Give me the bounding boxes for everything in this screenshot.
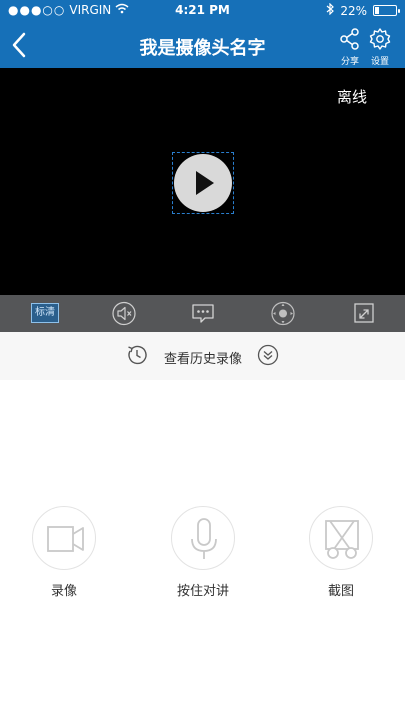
share-button[interactable]: 分享: [334, 28, 366, 67]
screenshot-button[interactable]: [309, 506, 373, 570]
fullscreen-icon: [354, 303, 374, 323]
battery-percent: 22%: [340, 3, 367, 18]
message-button[interactable]: [190, 301, 216, 326]
history-clock-icon: [128, 345, 147, 365]
speaker-muted-icon: [112, 301, 136, 326]
settings-label: 设置: [370, 57, 389, 67]
bluetooth-icon: [326, 2, 335, 18]
battery-icon: [373, 5, 400, 16]
nav-bar: 我是摄像头名字 分享 设置: [0, 22, 405, 68]
video-camera-icon: [47, 526, 84, 552]
chat-icon: [192, 304, 214, 323]
share-icon: [340, 28, 359, 50]
talk-label: 按住对讲: [176, 584, 229, 599]
play-button[interactable]: [174, 154, 232, 212]
video-player[interactable]: 离线: [0, 68, 405, 295]
gear-icon: [369, 28, 391, 50]
camera-screen: ●●●○○ VIRGIN 4:21 PM 22% 我是摄像头名字 分享 设置 离…: [0, 0, 405, 720]
fullscreen-button[interactable]: [352, 301, 376, 326]
status-right: 22%: [326, 2, 400, 18]
talk-action[interactable]: 按住对讲: [170, 506, 236, 599]
settings-button[interactable]: 设置: [364, 28, 396, 67]
screenshot-action[interactable]: 截图: [308, 506, 374, 599]
talk-button[interactable]: [171, 506, 235, 570]
camera-title: 我是摄像头名字: [139, 38, 266, 59]
screenshot-label: 截图: [327, 584, 354, 599]
history-recording-row[interactable]: 查看历史录像: [0, 332, 405, 380]
record-action[interactable]: 录像: [31, 506, 97, 599]
back-button[interactable]: [10, 30, 30, 60]
ptz-button[interactable]: [270, 301, 296, 326]
mute-button[interactable]: [111, 301, 137, 326]
back-icon: [12, 32, 26, 58]
record-button[interactable]: [32, 506, 96, 570]
record-label: 录像: [50, 584, 77, 599]
chevron-double-down-icon[interactable]: [257, 344, 279, 366]
play-button-frame: [172, 152, 234, 214]
microphone-icon: [191, 518, 217, 559]
share-label: 分享: [340, 57, 359, 67]
top-bar: ●●●○○ VIRGIN 4:21 PM 22% 我是摄像头名字 分享 设置: [0, 0, 405, 68]
scissors-icon: [325, 520, 359, 559]
ptz-icon: [271, 301, 295, 326]
battery-fill: [375, 7, 380, 14]
status-bar: ●●●○○ VIRGIN 4:21 PM 22%: [0, 0, 405, 22]
video-controls-bar: 标清: [0, 295, 405, 332]
history-label: 查看历史录像: [164, 352, 243, 367]
offline-status: 离线: [336, 88, 367, 106]
play-icon: [196, 171, 214, 195]
quality-button[interactable]: 标清: [31, 303, 59, 323]
